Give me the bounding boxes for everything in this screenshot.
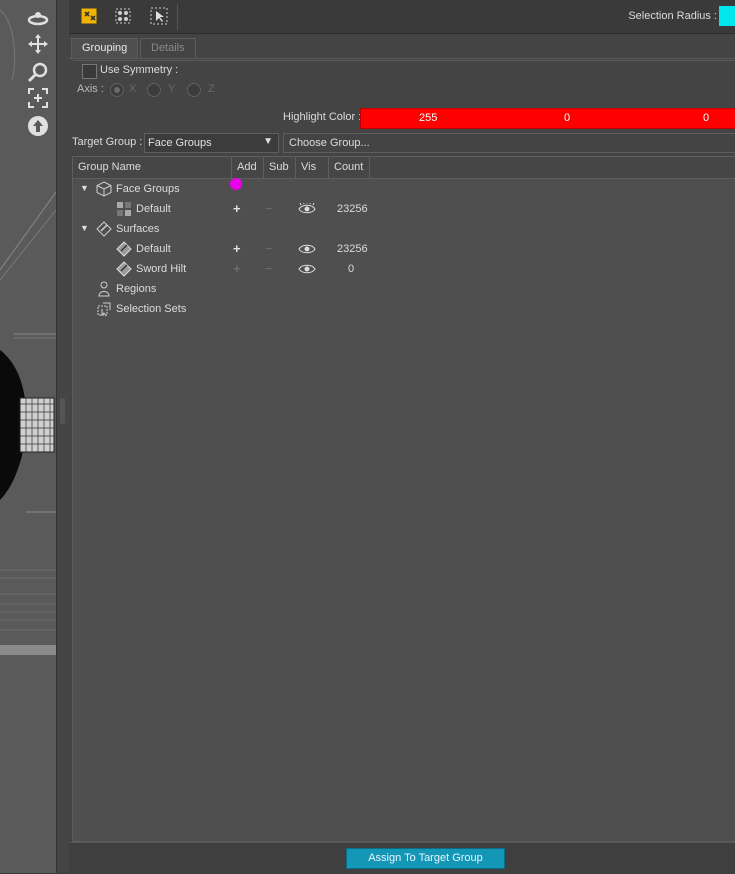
- add-button[interactable]: +: [233, 241, 241, 256]
- figure-icon: [98, 281, 110, 297]
- add-button[interactable]: +: [233, 201, 241, 216]
- axis-row: Axis : X Y Z: [77, 82, 735, 98]
- tab-bar: Grouping Details: [69, 38, 735, 59]
- highlight-color-label: Highlight Color :: [283, 111, 362, 123]
- selection-radius-color-swatch[interactable]: [719, 6, 735, 26]
- axis-z-radio[interactable]: [187, 83, 201, 97]
- use-symmetry-label: Use Symmetry :: [100, 64, 179, 76]
- tree-header: Group Name Add Sub Vis Count: [73, 157, 735, 179]
- axis-y-label: Y: [168, 83, 176, 95]
- marquee-select-icon[interactable]: [148, 5, 170, 27]
- splitter-grip[interactable]: [60, 398, 65, 424]
- tree-row-label: Default: [136, 203, 171, 215]
- tree-row-sword-hilt[interactable]: Sword Hilt + − 0: [73, 259, 735, 279]
- selection-radius-label: Selection Radius :: [628, 10, 717, 22]
- geometry-editor-tool-icon[interactable]: [78, 5, 100, 27]
- surface-icon: [116, 261, 132, 277]
- tree-row-face-default[interactable]: Default + − 23256: [73, 199, 735, 219]
- visibility-eye-icon[interactable]: [298, 243, 316, 255]
- assign-to-target-group-button[interactable]: Assign To Target Group: [346, 848, 505, 869]
- tab-details[interactable]: Details: [140, 38, 196, 58]
- axis-x-label: X: [129, 83, 137, 95]
- zoom-icon[interactable]: [26, 60, 50, 84]
- target-group-dropdown[interactable]: Face Groups ▼: [144, 133, 279, 153]
- highlight-color-red[interactable]: 255: [419, 112, 437, 124]
- axis-z-label: Z: [208, 83, 215, 95]
- tree-row-label: Default: [136, 243, 171, 255]
- axis-y-radio[interactable]: [147, 83, 161, 97]
- column-count[interactable]: Count: [329, 157, 370, 178]
- choose-group-label: Choose Group...: [289, 137, 370, 149]
- tree-row-selection-sets[interactable]: Selection Sets: [73, 299, 735, 319]
- expand-arrow-icon[interactable]: ▼: [80, 183, 89, 193]
- target-group-label: Target Group :: [72, 136, 143, 148]
- orbit-icon[interactable]: [26, 6, 50, 30]
- sub-button[interactable]: −: [265, 261, 273, 276]
- tree-row-label: Sword Hilt: [136, 263, 187, 275]
- axis-x-radio[interactable]: [110, 83, 124, 97]
- dropdown-arrow-icon: ▼: [263, 136, 273, 147]
- select-vertices-icon[interactable]: [112, 5, 134, 27]
- selection-set-icon: [97, 302, 111, 317]
- expand-arrow-icon[interactable]: ▼: [80, 223, 89, 233]
- frame-icon[interactable]: [26, 86, 50, 110]
- visibility-eye-icon[interactable]: [298, 263, 316, 275]
- sub-button[interactable]: −: [265, 241, 273, 256]
- use-symmetry-checkbox[interactable]: [82, 64, 97, 79]
- count-value: 0: [348, 263, 355, 275]
- column-add[interactable]: Add: [232, 157, 264, 178]
- tool-settings-bar: Selection Radius :: [69, 0, 735, 34]
- surfaces-icon: [96, 221, 112, 237]
- viewport[interactable]: [0, 0, 56, 873]
- move-icon[interactable]: [26, 32, 50, 56]
- tree-row-regions[interactable]: Regions: [73, 279, 735, 299]
- tree-row-surface-default[interactable]: Default + − 23256: [73, 239, 735, 259]
- choose-group-button[interactable]: Choose Group...: [283, 133, 735, 153]
- tree-row-label: Selection Sets: [116, 303, 187, 315]
- pane-splitter[interactable]: [56, 0, 70, 873]
- tree-row-face-groups[interactable]: ▼ Face Groups: [73, 179, 735, 199]
- count-value: 23256: [337, 243, 368, 255]
- symmetry-row: Use Symmetry :: [73, 60, 735, 81]
- column-sub[interactable]: Sub: [264, 157, 296, 178]
- highlight-color-field[interactable]: 255 0 0: [360, 108, 735, 129]
- add-button[interactable]: +: [233, 261, 241, 276]
- geometry-editor-panel: Selection Radius : Grouping Details Use …: [69, 0, 735, 874]
- axis-label: Axis :: [77, 83, 104, 95]
- count-value: 23256: [337, 203, 368, 215]
- column-vis[interactable]: Vis: [296, 157, 329, 178]
- target-group-value: Face Groups: [148, 137, 212, 149]
- cube-icon: [96, 181, 112, 197]
- tab-grouping[interactable]: Grouping: [71, 38, 139, 58]
- tree-row-surfaces[interactable]: ▼ Surfaces: [73, 219, 735, 239]
- tree-row-label: Regions: [116, 283, 157, 295]
- footer-bar: Assign To Target Group: [69, 842, 735, 874]
- sub-button[interactable]: −: [265, 201, 273, 216]
- reset-view-icon[interactable]: [26, 114, 50, 138]
- highlight-color-blue[interactable]: 0: [703, 112, 709, 124]
- surface-icon: [116, 241, 132, 257]
- group-tree: Group Name Add Sub Vis Count ▼ Face Grou…: [72, 156, 735, 842]
- face-group-icon: [117, 202, 131, 216]
- tree-row-label: Surfaces: [116, 223, 160, 235]
- highlight-color-green[interactable]: 0: [564, 112, 570, 124]
- column-group-name[interactable]: Group Name: [73, 157, 232, 178]
- visibility-eye-icon[interactable]: [298, 203, 316, 215]
- tree-row-label: Face Groups: [116, 183, 180, 195]
